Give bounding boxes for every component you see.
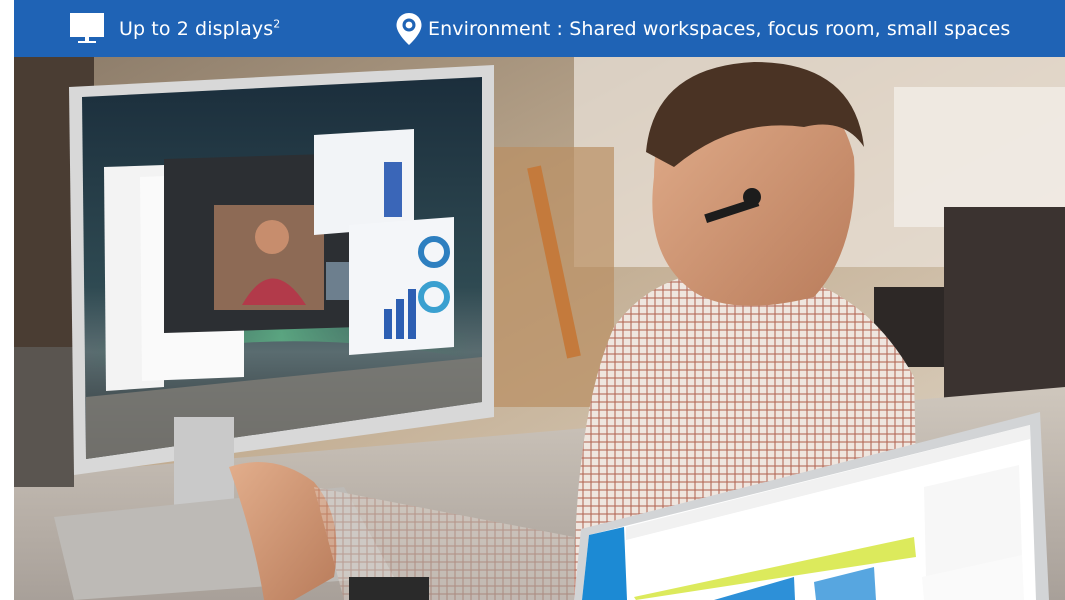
office-photo	[14, 57, 1065, 600]
feature-environment-text: Environment : Shared workspaces, focus r…	[428, 17, 1011, 40]
feature-displays-text: Up to 2 displays2	[119, 17, 281, 40]
display-icon	[69, 12, 105, 46]
location-pin-icon	[394, 11, 424, 47]
feature-displays: Up to 2 displays2	[69, 0, 280, 57]
feature-environment: Environment : Shared workspaces, focus r…	[394, 0, 1010, 57]
feature-banner: Up to 2 displays2 Environment : Shared w…	[14, 0, 1065, 57]
